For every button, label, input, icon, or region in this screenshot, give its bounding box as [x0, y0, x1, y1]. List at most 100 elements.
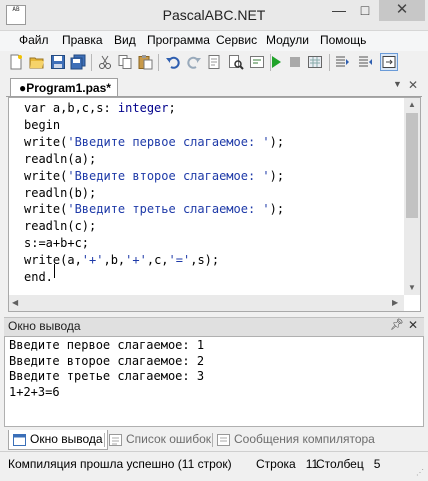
tab-error-list[interactable]: Список ошибок — [109, 430, 211, 449]
code-token: ); — [269, 134, 285, 149]
output-window-icon — [13, 433, 26, 446]
compile-icon[interactable] — [307, 54, 323, 70]
vertical-scrollbar-thumb[interactable] — [406, 113, 418, 218]
code-line[interactable]: var a,b,c,s: integer; — [24, 100, 284, 117]
menu-program[interactable]: Программа — [147, 33, 210, 47]
close-window-button[interactable]: ✕ — [379, 0, 425, 21]
code-line[interactable]: write('Введите третье слагаемое: '); — [24, 201, 284, 218]
run-icon[interactable] — [268, 54, 284, 70]
scroll-down-arrow-icon[interactable]: ▼ — [408, 283, 416, 292]
string-literal: '+' — [125, 253, 147, 268]
code-token: s:=a+b+c; — [24, 236, 90, 251]
code-token: write( — [24, 134, 68, 149]
code-token: write( — [24, 202, 68, 217]
tab-compiler-messages[interactable]: Сообщения компилятора — [217, 430, 375, 449]
scroll-left-arrow-icon[interactable]: ◀ — [12, 298, 18, 307]
code-token: ); — [269, 168, 285, 183]
stop-icon[interactable] — [287, 54, 303, 70]
replace-icon[interactable] — [228, 54, 244, 70]
new-file-icon[interactable] — [8, 54, 24, 70]
code-token: write( — [24, 168, 68, 183]
menu-modules[interactable]: Модули — [266, 33, 309, 47]
find-icon[interactable] — [207, 54, 223, 70]
output-line: Введите первое слагаемое: 1 — [9, 338, 205, 352]
menu-help[interactable]: Помощь — [320, 33, 366, 47]
string-literal: 'Введите третье слагаемое: ' — [67, 202, 270, 217]
resize-grip-icon[interactable]: ⋰ — [416, 468, 424, 477]
cursor-column: Столбец 5 — [316, 457, 380, 471]
column-value: 5 — [373, 457, 381, 471]
code-token: readln(c); — [24, 219, 97, 234]
output-panel-title: Окно вывода — [8, 319, 81, 333]
save-icon[interactable] — [50, 54, 66, 70]
horizontal-scrollbar[interactable] — [9, 295, 404, 311]
tab-output-window[interactable]: Окно вывода — [8, 430, 108, 450]
format-icon[interactable] — [249, 54, 265, 70]
string-literal: '=' — [168, 253, 191, 268]
cursor-row: Строка 11 — [256, 457, 318, 471]
toolbar-separator — [329, 54, 330, 71]
menu-file[interactable]: Файл — [19, 33, 49, 47]
code-token: ,b, — [103, 253, 126, 268]
menu-edit[interactable]: Правка — [62, 33, 103, 47]
paste-icon[interactable] — [137, 54, 153, 70]
code-token: ,s); — [190, 253, 220, 268]
tab-program1-pas[interactable]: ●Program1.pas* — [10, 78, 118, 96]
save-all-icon[interactable] — [70, 54, 86, 70]
close-panel-icon[interactable]: ✕ — [408, 318, 418, 332]
code-line[interactable]: write('Введите второе слагаемое: '); — [24, 168, 284, 185]
string-literal: 'Введите первое слагаемое: ' — [67, 134, 270, 149]
code-token: ,c, — [146, 253, 169, 268]
code-line[interactable]: readln(a); — [24, 151, 284, 168]
tab-list-dropdown-icon[interactable]: ▼ — [393, 79, 402, 89]
code-token: ); — [269, 202, 285, 217]
undo-icon[interactable] — [165, 54, 181, 70]
tab-separator — [212, 433, 213, 447]
code-line[interactable]: readln(b); — [24, 185, 284, 202]
tab-output-window-label: Окно вывода — [30, 432, 103, 446]
code-line[interactable]: readln(c); — [24, 218, 284, 235]
code-token: end. — [24, 270, 53, 285]
scroll-right-arrow-icon[interactable]: ▶ — [392, 298, 398, 307]
error-list-icon — [109, 433, 122, 446]
code-token: readln(a); — [24, 151, 97, 166]
tab-separator — [104, 433, 105, 447]
tab-compiler-messages-label: Сообщения компилятора — [234, 432, 375, 446]
open-folder-icon[interactable] — [29, 54, 45, 70]
code-token: ; — [168, 101, 176, 115]
scroll-up-arrow-icon[interactable]: ▲ — [408, 100, 416, 109]
toggle-output-button[interactable] — [380, 53, 398, 71]
text-caret — [54, 264, 55, 278]
output-line: 1+2+3=6 — [9, 384, 60, 399]
compiler-messages-icon — [217, 433, 230, 446]
status-message: Компиляция прошла успешно (11 строк) — [8, 457, 232, 471]
toolbar-separator — [158, 54, 159, 71]
output-line: Введите второе слагаемое: 2 — [9, 353, 205, 368]
step-over-icon[interactable] — [357, 54, 373, 70]
close-tab-icon[interactable]: ✕ — [408, 78, 418, 92]
tab-error-list-label: Список ошибок — [126, 432, 212, 446]
maximize-button[interactable]: □ — [352, 0, 378, 21]
copy-icon[interactable] — [117, 54, 133, 70]
output-line: Введите третье слагаемое: 3 — [9, 369, 205, 383]
code-line[interactable]: s:=a+b+c; — [24, 235, 284, 252]
code-line[interactable]: write('Введите первое слагаемое: '); — [24, 134, 284, 151]
menu-service[interactable]: Сервис — [216, 33, 257, 47]
code-token: var a,b,c,s: — [24, 101, 118, 115]
code-line[interactable]: begin — [24, 117, 284, 134]
output-text: Введите первое слагаемое: 1 Введите второ… — [9, 338, 204, 400]
column-label: Столбец — [316, 457, 364, 471]
string-literal: 'Введите второе слагаемое: ' — [67, 168, 270, 183]
minimize-button[interactable]: — — [326, 0, 352, 21]
step-into-icon[interactable] — [334, 54, 350, 70]
code-text[interactable]: var a,b,c,s: integer; begin write('Введите… — [24, 100, 284, 286]
code-line[interactable]: write(a,'+',b,'+',c,'=',s); — [24, 252, 284, 269]
code-line[interactable]: end. — [24, 269, 284, 286]
code-token: readln(b); — [24, 185, 97, 200]
menu-view[interactable]: Вид — [114, 33, 136, 47]
code-token: begin — [24, 117, 61, 132]
cut-icon[interactable] — [97, 54, 113, 70]
string-literal: '+' — [81, 253, 104, 268]
pin-icon[interactable]: 📌︎ — [390, 318, 404, 331]
redo-icon[interactable] — [186, 54, 202, 70]
